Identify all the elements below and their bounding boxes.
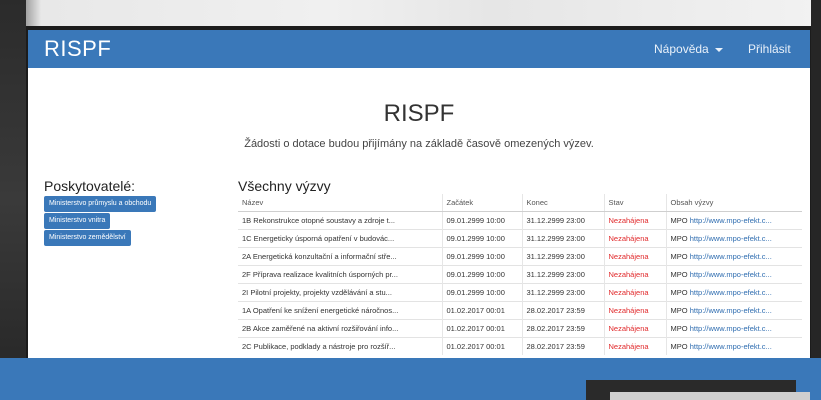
help-menu-label: Nápověda	[654, 42, 709, 56]
table-header-row: Název Začátek Konec Stav Obsah výzvy	[238, 194, 802, 212]
content-cell: MPO http://www.mpo-efekt.c...	[665, 337, 802, 355]
content-link[interactable]: http://www.mpo-efekt.c...	[690, 270, 772, 279]
column-header-status[interactable]: Stav	[603, 194, 666, 212]
start-cell: 01.02.2017 00:01	[441, 301, 522, 320]
status-cell: Nezahájena	[603, 319, 666, 338]
status-cell: Nezahájena	[603, 229, 666, 248]
table-row[interactable]: 2C Publikace, podklady a nástroje pro ro…	[238, 337, 802, 355]
start-cell: 01.02.2017 00:01	[441, 319, 522, 338]
table-row[interactable]: 1A Opatření ke snížení energetické nároč…	[238, 301, 802, 320]
content-cell: MPO http://www.mpo-efekt.c...	[665, 301, 802, 320]
provider-button-mze[interactable]: Ministerstvo zemědělství	[44, 230, 131, 246]
end-cell: 31.12.2999 23:00	[521, 247, 604, 266]
content-prefix: MPO	[670, 252, 688, 261]
status-cell: Nezahájena	[603, 301, 666, 320]
content-cell: MPO http://www.mpo-efekt.c...	[665, 319, 802, 338]
login-link[interactable]: Přihlásit	[748, 42, 791, 56]
start-cell: 01.02.2017 00:01	[441, 337, 522, 355]
content-cell: MPO http://www.mpo-efekt.c...	[665, 265, 802, 284]
name-cell: 2I Pilotní projekty, projekty vzdělávání…	[238, 283, 442, 302]
table-row[interactable]: 2F Příprava realizace kvalitních úsporný…	[238, 265, 802, 284]
start-cell: 09.01.2999 10:00	[441, 283, 522, 302]
content-link[interactable]: http://www.mpo-efekt.c...	[690, 324, 772, 333]
name-cell: 2F Příprava realizace kvalitních úsporný…	[238, 265, 442, 284]
content-prefix: MPO	[670, 216, 688, 225]
window-frame-top	[0, 0, 821, 26]
start-cell: 09.01.2999 10:00	[441, 247, 522, 266]
content-prefix: MPO	[670, 306, 688, 315]
status-cell: Nezahájena	[603, 265, 666, 284]
column-header-start[interactable]: Začátek	[441, 194, 522, 212]
content-cell: MPO http://www.mpo-efekt.c...	[665, 211, 802, 230]
end-cell: 31.12.2999 23:00	[521, 265, 604, 284]
content-link[interactable]: http://www.mpo-efekt.c...	[690, 342, 772, 351]
table-row[interactable]: 1B Rekonstrukce otopné soustavy a zdroje…	[238, 211, 802, 230]
content-link[interactable]: http://www.mpo-efekt.c...	[690, 306, 772, 315]
end-cell: 31.12.2999 23:00	[521, 211, 604, 230]
start-cell: 09.01.2999 10:00	[441, 265, 522, 284]
column-header-content[interactable]: Obsah výzvy	[665, 194, 802, 212]
status-cell: Nezahájena	[603, 247, 666, 266]
table-row[interactable]: 2A Energetická konzultační a informační …	[238, 247, 802, 266]
table-row[interactable]: 2B Akce zaměřené na aktivní rozšiřování …	[238, 319, 802, 338]
providers-heading: Poskytovatelé:	[44, 178, 136, 194]
brand-logo[interactable]: RISPF	[44, 36, 111, 62]
content-link[interactable]: http://www.mpo-efekt.c...	[690, 288, 772, 297]
end-cell: 31.12.2999 23:00	[521, 229, 604, 248]
content-prefix: MPO	[670, 342, 688, 351]
end-cell: 28.02.2017 23:59	[521, 319, 604, 338]
calls-heading: Všechny výzvy	[238, 178, 331, 194]
status-cell: Nezahájena	[603, 283, 666, 302]
page-subtitle: Žádosti o dotace budou přijímány na zákl…	[244, 138, 594, 150]
browser-page: RISPF Nápověda Přihlásit RISPF Žádosti o…	[28, 30, 810, 360]
content-cell: MPO http://www.mpo-efekt.c...	[665, 283, 802, 302]
name-cell: 2B Akce zaměřené na aktivní rozšiřování …	[238, 319, 442, 338]
content-prefix: MPO	[670, 288, 688, 297]
start-cell: 09.01.2999 10:00	[441, 229, 522, 248]
content-cell: MPO http://www.mpo-efekt.c...	[665, 229, 802, 248]
window-frame-right	[811, 0, 821, 400]
page-title: RISPF	[383, 100, 455, 127]
provider-button-mv[interactable]: Ministerstvo vnitra	[44, 213, 111, 229]
content-link[interactable]: http://www.mpo-efekt.c...	[690, 234, 772, 243]
column-header-name[interactable]: Název	[238, 194, 442, 212]
table-row[interactable]: 1C Energeticky úsporná opatření v budová…	[238, 229, 802, 248]
end-cell: 28.02.2017 23:59	[521, 337, 604, 355]
start-cell: 09.01.2999 10:00	[441, 211, 522, 230]
name-cell: 1A Opatření ke snížení energetické nároč…	[238, 301, 442, 320]
provider-button-mpo[interactable]: Ministerstvo průmyslu a obchodu	[44, 196, 157, 212]
help-menu[interactable]: Nápověda	[654, 42, 723, 56]
column-header-end[interactable]: Konec	[521, 194, 604, 212]
status-cell: Nezahájena	[603, 337, 666, 355]
taskbar-strip	[610, 392, 810, 400]
window-frame-left	[0, 0, 26, 400]
content-prefix: MPO	[670, 234, 688, 243]
content-prefix: MPO	[670, 270, 688, 279]
content-link[interactable]: http://www.mpo-efekt.c...	[690, 252, 772, 261]
table-row[interactable]: 2I Pilotní projekty, projekty vzdělávání…	[238, 283, 802, 302]
name-cell: 1C Energeticky úsporná opatření v budová…	[238, 229, 442, 248]
name-cell: 1B Rekonstrukce otopné soustavy a zdroje…	[238, 211, 442, 230]
content-prefix: MPO	[670, 324, 688, 333]
name-cell: 2A Energetická konzultační a informační …	[238, 247, 442, 266]
end-cell: 31.12.2999 23:00	[521, 283, 604, 302]
calls-table: Název Začátek Konec Stav Obsah výzvy 1B …	[238, 194, 802, 355]
navbar: RISPF Nápověda Přihlásit	[28, 30, 810, 68]
status-cell: Nezahájena	[603, 211, 666, 230]
name-cell: 2C Publikace, podklady a nástroje pro ro…	[238, 337, 442, 355]
chevron-down-icon	[714, 47, 723, 52]
end-cell: 28.02.2017 23:59	[521, 301, 604, 320]
content-cell: MPO http://www.mpo-efekt.c...	[665, 247, 802, 266]
content-link[interactable]: http://www.mpo-efekt.c...	[690, 216, 772, 225]
